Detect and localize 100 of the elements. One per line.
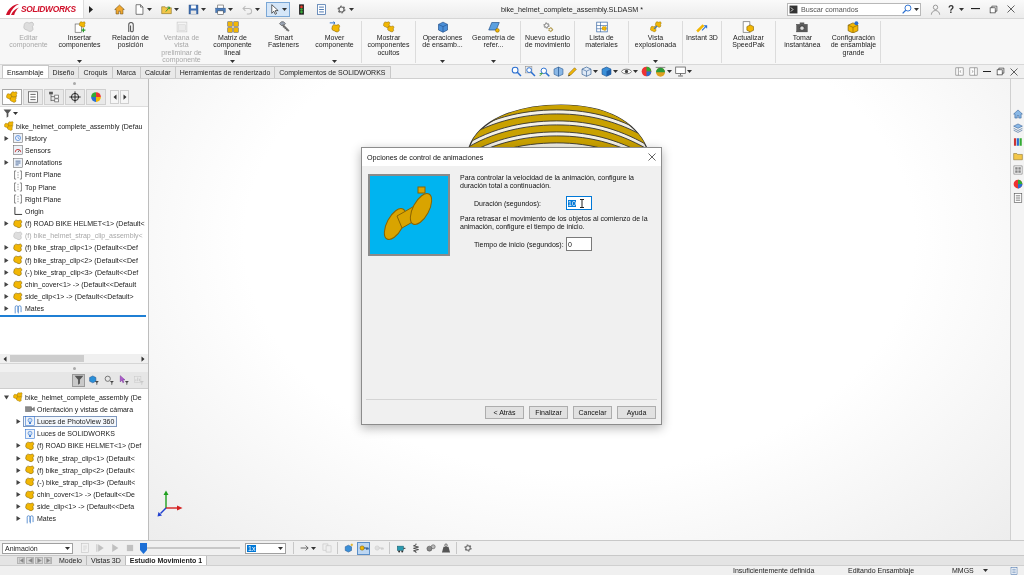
part-icon — [25, 477, 35, 488]
edit-appearance-button[interactable] — [640, 65, 652, 78]
save-icon — [188, 3, 199, 15]
appearances-button[interactable] — [1011, 178, 1024, 190]
view-settings-button[interactable] — [674, 65, 692, 78]
expand-arrow-icon[interactable] — [4, 221, 9, 227]
undo-arrow-icon — [242, 3, 253, 15]
tile-left-button[interactable] — [955, 67, 964, 76]
restore-button[interactable] — [986, 2, 1000, 16]
caret-icon — [440, 60, 445, 63]
expand-arrow-icon[interactable] — [4, 160, 9, 166]
filter-selected-button[interactable] — [117, 373, 130, 387]
slider-thumb[interactable] — [140, 542, 147, 554]
part-icon — [25, 453, 35, 464]
expand-arrow-icon[interactable] — [4, 135, 9, 141]
close-icon — [648, 153, 656, 161]
scrollbar-thumb[interactable] — [10, 355, 84, 362]
grip-icon — [72, 366, 76, 370]
part-icon — [22, 21, 35, 33]
gravity-button[interactable] — [439, 541, 452, 555]
weight-icon — [440, 543, 451, 553]
light-bulb-icon — [25, 428, 35, 439]
contact-button[interactable] — [424, 541, 437, 555]
filter-button[interactable] — [3, 108, 18, 119]
filter-driving-button[interactable] — [102, 373, 115, 387]
close-document-button[interactable] — [1010, 67, 1018, 76]
expand-arrow-icon[interactable] — [16, 479, 21, 485]
configuration-manager-tab[interactable] — [44, 88, 64, 105]
previous-view-button[interactable] — [538, 65, 550, 78]
select-button[interactable] — [266, 1, 290, 17]
apply-scene-button[interactable] — [654, 65, 672, 78]
play-icon — [109, 543, 120, 553]
animation-wizard-button[interactable] — [342, 541, 355, 555]
caret-icon — [255, 7, 260, 11]
eye-icon — [620, 66, 632, 77]
view-palette-button[interactable] — [1011, 164, 1024, 176]
caret-icon — [686, 70, 692, 73]
collapse-arrow-icon[interactable] — [4, 394, 9, 400]
restore-document-button[interactable] — [996, 67, 1005, 76]
next-tab-button[interactable] — [35, 557, 43, 564]
dimxpert-manager-tab[interactable] — [65, 88, 85, 105]
prev-tab-button[interactable] — [26, 557, 34, 564]
scroll-right-button[interactable] — [120, 89, 129, 104]
grip-icon — [72, 81, 76, 85]
expand-arrow-icon[interactable] — [4, 282, 9, 288]
expand-arrow-icon[interactable] — [16, 443, 21, 449]
expand-arrow-icon[interactable] — [4, 257, 9, 263]
display-style-button[interactable] — [600, 65, 618, 78]
expand-arrow-icon[interactable] — [16, 455, 21, 461]
expand-arrow-icon[interactable] — [16, 516, 21, 522]
timeline-slider[interactable] — [140, 542, 240, 554]
expand-arrow-icon[interactable] — [16, 492, 21, 498]
folder-icon — [1012, 151, 1023, 161]
origin-icon — [13, 206, 23, 217]
filter-button[interactable] — [72, 373, 85, 387]
logo-text: SOLIDWORKS — [21, 4, 76, 14]
part-icon — [25, 465, 35, 476]
caret-icon — [230, 60, 235, 63]
home-button[interactable] — [111, 1, 128, 17]
design-library-button[interactable] — [1011, 136, 1024, 148]
expand-arrow-icon[interactable] — [16, 504, 21, 510]
restore-icon — [988, 4, 998, 14]
expand-arrow-icon[interactable] — [4, 245, 9, 251]
home-icon — [114, 3, 125, 15]
zoom-to-fit-button[interactable] — [510, 65, 522, 78]
part-icon — [25, 440, 35, 451]
expand-arrow-icon[interactable] — [16, 418, 21, 424]
caret-icon — [228, 7, 233, 11]
close-icon — [1010, 67, 1018, 76]
expand-arrow-icon[interactable] — [4, 306, 9, 312]
display-manager-tab[interactable] — [86, 88, 106, 105]
rollback-bar[interactable] — [0, 315, 146, 318]
section-box-icon — [552, 66, 564, 77]
filter-animated-button[interactable] — [87, 373, 100, 387]
horizontal-scrollbar[interactable] — [0, 354, 148, 363]
section-view-button[interactable] — [552, 65, 564, 78]
part-icon — [13, 230, 23, 241]
key-icon — [358, 543, 369, 553]
view-orientation-button[interactable] — [580, 65, 598, 78]
resources-button[interactable] — [1011, 122, 1024, 134]
first-tab-button[interactable] — [17, 557, 25, 564]
sheet-icon — [79, 543, 90, 553]
copy-icon — [321, 543, 332, 553]
close-button[interactable] — [646, 151, 658, 163]
help-button[interactable]: ? — [946, 2, 955, 16]
scroll-left-button[interactable] — [110, 89, 119, 104]
parts-cluster-icon — [4, 121, 14, 132]
zoom-area-button[interactable] — [524, 65, 536, 78]
expand-arrow-icon[interactable] — [16, 467, 21, 473]
expand-arrow-icon[interactable] — [4, 294, 9, 300]
property-manager-tab[interactable] — [23, 88, 43, 105]
last-tab-button[interactable] — [44, 557, 52, 564]
expand-arrow-icon[interactable] — [4, 269, 9, 275]
custom-properties-button[interactable] — [1011, 192, 1024, 204]
tile-right-button[interactable] — [969, 67, 978, 76]
save-button[interactable] — [185, 1, 209, 17]
autokey-button[interactable] — [357, 541, 370, 555]
print-button[interactable] — [212, 1, 236, 17]
parts-cluster-icon — [13, 392, 23, 403]
solidworks-resources-button[interactable] — [1011, 108, 1024, 120]
